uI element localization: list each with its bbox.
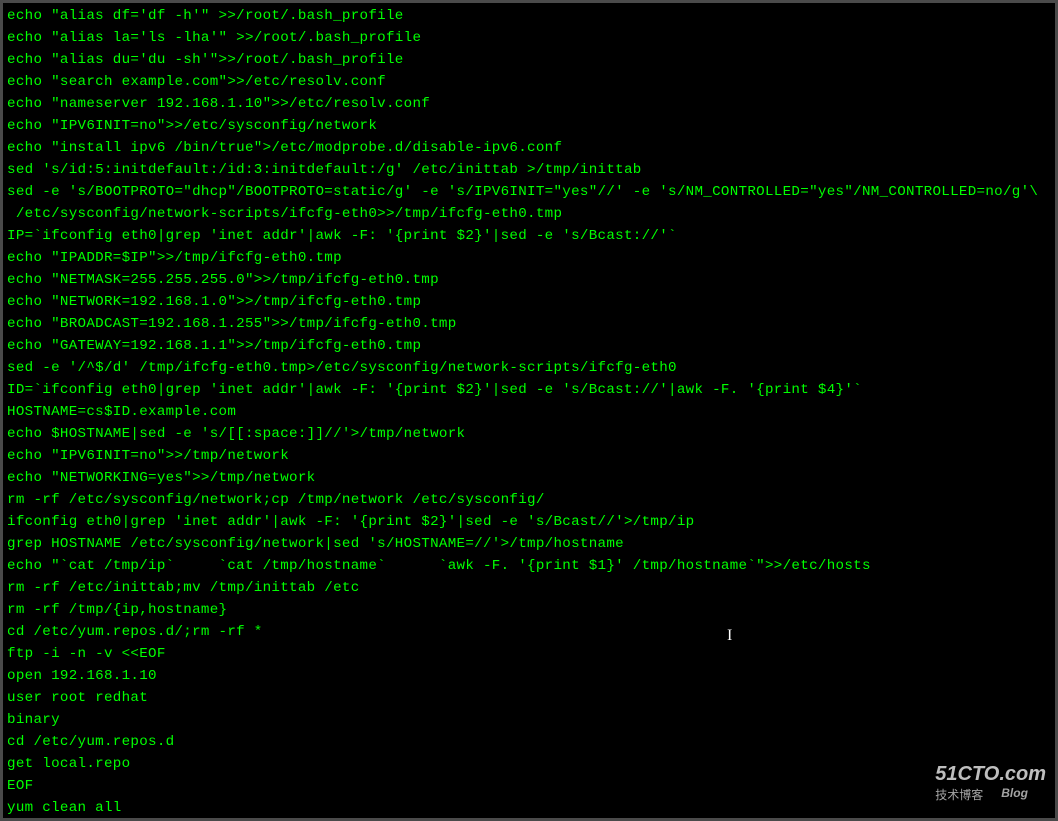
watermark-domain: 51CTO.com — [935, 763, 1046, 786]
terminal-line: echo "NETWORK=192.168.1.0">>/tmp/ifcfg-e… — [7, 291, 1051, 313]
terminal-line: EOF — [7, 775, 1051, 797]
terminal-content: echo "alias df='df -h'" >>/root/.bash_pr… — [7, 5, 1051, 818]
terminal-line: user root redhat — [7, 687, 1051, 709]
terminal-line: cd /etc/yum.repos.d/;rm -rf * — [7, 621, 1051, 643]
terminal-line: grep HOSTNAME /etc/sysconfig/network|sed… — [7, 533, 1051, 555]
terminal-window[interactable]: echo "alias df='df -h'" >>/root/.bash_pr… — [3, 3, 1055, 818]
terminal-line: /etc/sysconfig/network-scripts/ifcfg-eth… — [7, 203, 1051, 225]
terminal-line: echo "NETMASK=255.255.255.0">>/tmp/ifcfg… — [7, 269, 1051, 291]
terminal-line: yum clean all — [7, 797, 1051, 818]
terminal-line: rm -rf /tmp/{ip,hostname} — [7, 599, 1051, 621]
terminal-line: rm -rf /etc/inittab;mv /tmp/inittab /etc — [7, 577, 1051, 599]
terminal-line: IP=`ifconfig eth0|grep 'inet addr'|awk -… — [7, 225, 1051, 247]
terminal-line: HOSTNAME=cs$ID.example.com — [7, 401, 1051, 423]
terminal-line: open 192.168.1.10 — [7, 665, 1051, 687]
terminal-line: cd /etc/yum.repos.d — [7, 731, 1051, 753]
terminal-line: echo "IPV6INIT=no">>/tmp/network — [7, 445, 1051, 467]
terminal-line: binary — [7, 709, 1051, 731]
terminal-line: echo "BROADCAST=192.168.1.255">>/tmp/ifc… — [7, 313, 1051, 335]
terminal-line: sed -e '/^$/d' /tmp/ifcfg-eth0.tmp>/etc/… — [7, 357, 1051, 379]
watermark-subtitle: 技术博客 Blog — [935, 786, 1046, 803]
terminal-line: ftp -i -n -v <<EOF — [7, 643, 1051, 665]
terminal-line: get local.repo — [7, 753, 1051, 775]
terminal-line: echo $HOSTNAME|sed -e 's/[[:space:]]//'>… — [7, 423, 1051, 445]
terminal-line: ifconfig eth0|grep 'inet addr'|awk -F: '… — [7, 511, 1051, 533]
watermark: 51CTO.com 技术博客 Blog — [935, 763, 1046, 803]
terminal-line: rm -rf /etc/sysconfig/network;cp /tmp/ne… — [7, 489, 1051, 511]
terminal-line: echo "alias la='ls -lha'" >>/root/.bash_… — [7, 27, 1051, 49]
text-cursor-icon: I — [727, 627, 732, 645]
terminal-line: echo "nameserver 192.168.1.10">>/etc/res… — [7, 93, 1051, 115]
terminal-line: echo "`cat /tmp/ip` `cat /tmp/hostname` … — [7, 555, 1051, 577]
terminal-line: echo "search example.com">>/etc/resolv.c… — [7, 71, 1051, 93]
terminal-line: echo "NETWORKING=yes">>/tmp/network — [7, 467, 1051, 489]
terminal-line: echo "IPADDR=$IP">>/tmp/ifcfg-eth0.tmp — [7, 247, 1051, 269]
terminal-line: ID=`ifconfig eth0|grep 'inet addr'|awk -… — [7, 379, 1051, 401]
terminal-line: sed 's/id:5:initdefault:/id:3:initdefaul… — [7, 159, 1051, 181]
terminal-line: echo "GATEWAY=192.168.1.1">>/tmp/ifcfg-e… — [7, 335, 1051, 357]
terminal-line: echo "IPV6INIT=no">>/etc/sysconfig/netwo… — [7, 115, 1051, 137]
terminal-line: echo "alias df='df -h'" >>/root/.bash_pr… — [7, 5, 1051, 27]
terminal-line: echo "alias du='du -sh'">>/root/.bash_pr… — [7, 49, 1051, 71]
terminal-line: echo "install ipv6 /bin/true">/etc/modpr… — [7, 137, 1051, 159]
watermark-label-cn: 技术博客 — [935, 786, 983, 803]
watermark-label-en: Blog — [1001, 786, 1028, 803]
terminal-line: sed -e 's/BOOTPROTO="dhcp"/BOOTPROTO=sta… — [7, 181, 1051, 203]
